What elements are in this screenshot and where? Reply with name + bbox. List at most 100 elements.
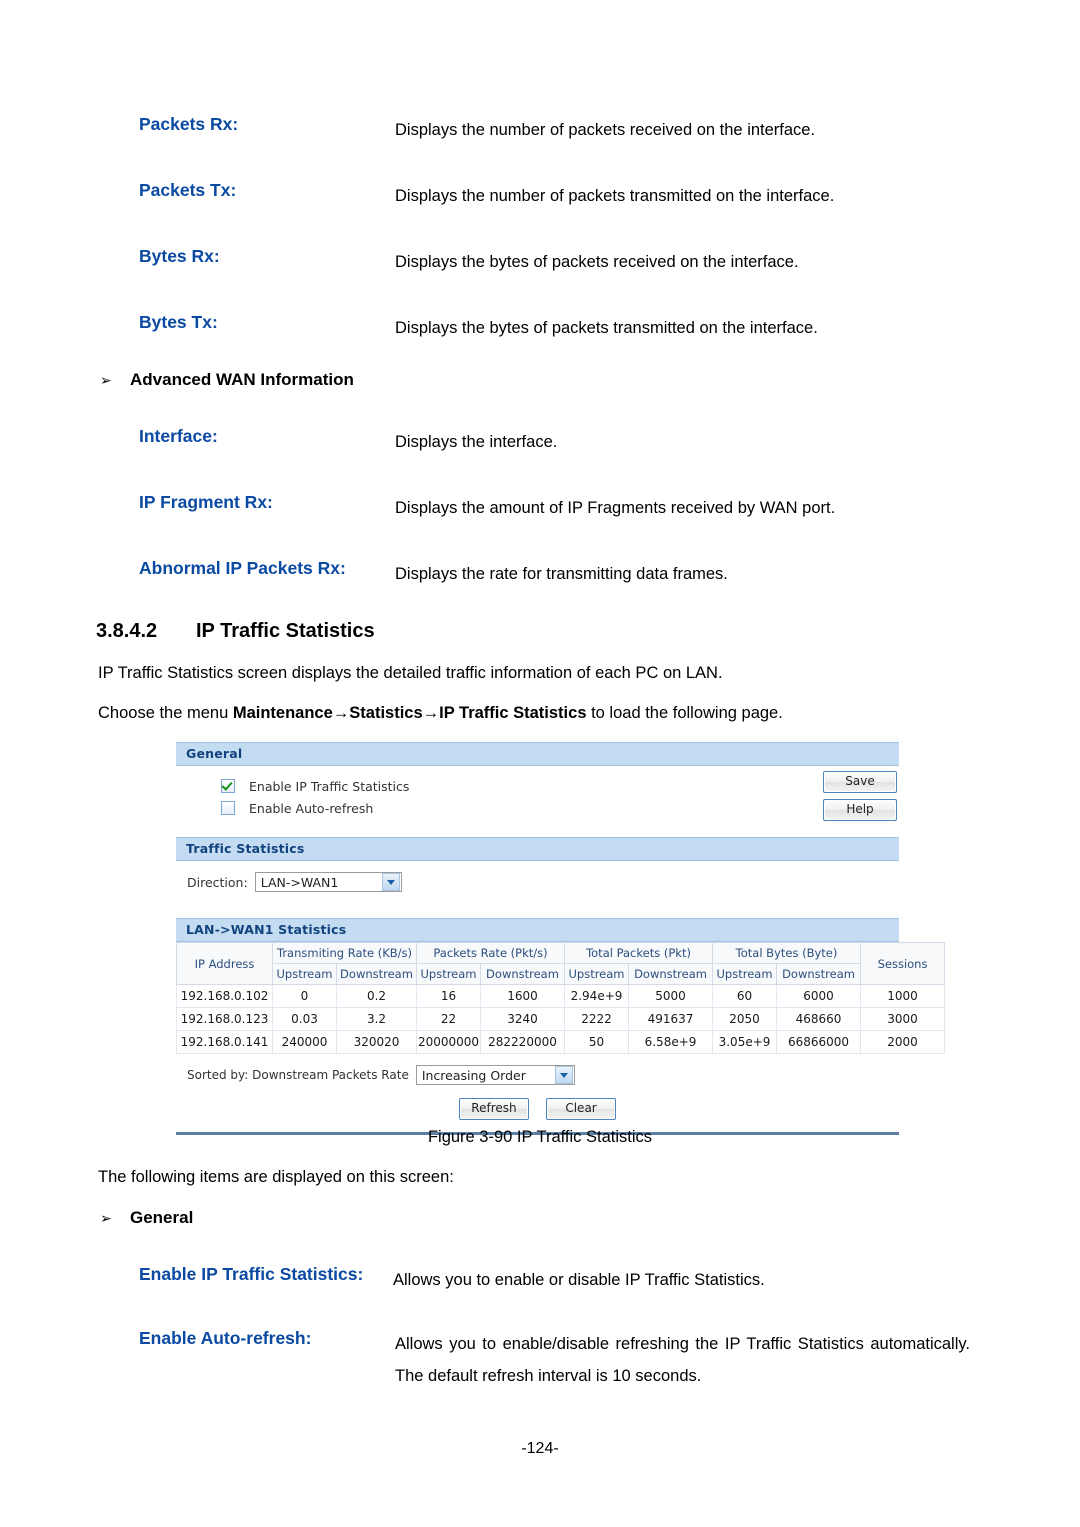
cell-pkt-rate-up: 16: [416, 984, 481, 1008]
general-section-bar: General: [176, 742, 899, 766]
cell-total-bytes-down: 6000: [776, 984, 862, 1008]
cell-sessions: 2000: [860, 1030, 946, 1054]
definition-description: Displays the rate for transmitting data …: [395, 565, 728, 583]
cell-sessions: 1000: [860, 984, 946, 1008]
section-heading: 3.8.4.2 IP Traffic Statistics: [96, 620, 375, 643]
general-button-stack: Save Help: [823, 771, 897, 827]
cell-total-bytes-down: 66866000: [776, 1030, 862, 1054]
direction-row: Direction: LAN->WAN1: [176, 861, 899, 904]
cell-ip-address: 192.168.0.123: [176, 1007, 273, 1031]
figure-caption: Figure 3-90 IP Traffic Statistics: [427, 1128, 653, 1146]
cell-tx-rate-up: 240000: [272, 1030, 337, 1054]
definition-row-bytes-tx: Bytes Tx: Displays the bytes of packets …: [139, 312, 1019, 344]
table-row: 192.168.0.123 0.03 3.2 22 3240 2222 4916…: [176, 1007, 946, 1031]
cell-total-bytes-up: 60: [712, 984, 778, 1008]
choose-menu-suffix: to load the following page.: [586, 704, 783, 722]
checkbox-row-enable-ip-traffic-statistics[interactable]: Enable IP Traffic Statistics: [221, 775, 899, 797]
definition-term: Bytes Tx:: [139, 312, 218, 332]
col-header-packets-rate: Packets Rate (Pkt/s): [416, 942, 565, 964]
document-page: Packets Rx: Displays the number of packe…: [0, 0, 1080, 1527]
sort-order-select[interactable]: Increasing Order: [415, 1065, 575, 1085]
chevron-down-icon: [381, 873, 400, 891]
cell-total-pkt-up: 2.94e+9: [564, 984, 629, 1008]
cell-ip-address: 192.168.0.141: [176, 1030, 273, 1054]
cell-pkt-rate-up: 20000000: [416, 1030, 481, 1054]
help-button[interactable]: Help: [823, 799, 897, 821]
definition-term: Interface:: [139, 426, 218, 446]
cell-total-bytes-up: 3.05e+9: [712, 1030, 778, 1054]
chevron-down-icon: [554, 1066, 573, 1084]
cell-tx-rate-down: 3.2: [336, 1007, 417, 1031]
definition-description: Displays the number of packets transmitt…: [395, 187, 835, 205]
definition-row-enable-ip-traffic-statistics: Enable IP Traffic Statistics: Allows you…: [139, 1264, 1039, 1296]
checkbox-row-enable-auto-refresh[interactable]: Enable Auto-refresh: [221, 797, 899, 819]
col-header-total-packets: Total Packets (Pkt): [563, 942, 714, 964]
arrow-bullet-icon: ➢: [100, 1210, 112, 1226]
definition-description: Displays the number of packets received …: [395, 121, 816, 139]
definition-description: Allows you to enable/disable refreshing …: [395, 1335, 970, 1386]
choose-menu-prefix: Choose the menu: [98, 704, 233, 722]
arrow-bullet-icon: ➢: [100, 372, 112, 388]
cell-tx-rate-up: 0.03: [272, 1007, 337, 1031]
cell-tx-rate-down: 0.2: [336, 984, 417, 1008]
cell-total-pkt-up: 50: [564, 1030, 629, 1054]
cell-tx-rate-down: 320020: [336, 1030, 417, 1054]
router-ui-screenshot: General Enable IP Traffic Statistics Ena…: [176, 742, 946, 1135]
choose-menu-path: Maintenance→Statistics→IP Traffic Statis…: [232, 704, 587, 722]
definition-term: Abnormal IP Packets Rx:: [139, 558, 346, 578]
table-row: 192.168.0.102 0 0.2 16 1600 2.94e+9 5000…: [176, 984, 946, 1008]
definition-row-ip-fragment-rx: IP Fragment Rx: Displays the amount of I…: [139, 492, 1019, 524]
sorted-by-label: Sorted by: Downstream Packets Rate: [187, 1068, 409, 1082]
definition-row-packets-rx: Packets Rx: Displays the number of packe…: [139, 114, 1019, 146]
ip-traffic-statistics-table: IP Address Transmiting Rate (KB/s) Packe…: [176, 942, 946, 1054]
definition-row-bytes-rx: Bytes Rx: Displays the bytes of packets …: [139, 246, 1019, 278]
cell-pkt-rate-down: 1600: [480, 984, 565, 1008]
action-button-row: Refresh Clear: [176, 1085, 899, 1130]
general-section-body: Enable IP Traffic Statistics Enable Auto…: [176, 766, 899, 837]
cell-total-pkt-down: 6.58e+9: [627, 1030, 714, 1054]
col-header-transmiting-rate: Transmiting Rate (KB/s): [272, 942, 417, 964]
save-button[interactable]: Save: [823, 771, 897, 793]
sub-header-downstream: Downstream: [776, 963, 862, 985]
following-items-paragraph: The following items are displayed on thi…: [98, 1168, 454, 1186]
definition-term: Enable IP Traffic Statistics:: [139, 1264, 364, 1284]
table-row: 192.168.0.141 240000 320020 20000000 282…: [176, 1030, 946, 1054]
definition-term: Enable Auto-refresh:: [139, 1328, 312, 1348]
enable-auto-refresh-checkbox[interactable]: [221, 801, 235, 815]
choose-menu-paragraph: Choose the menu Maintenance→Statistics→I…: [98, 704, 1018, 723]
definition-term: Bytes Rx:: [139, 246, 220, 266]
lan-wan1-statistics-bar: LAN->WAN1 Statistics: [176, 918, 899, 942]
cell-pkt-rate-down: 282220000: [480, 1030, 565, 1054]
cell-ip-address: 192.168.0.102: [176, 984, 273, 1008]
refresh-button[interactable]: Refresh: [458, 1098, 529, 1120]
definition-term: Packets Rx:: [139, 114, 239, 134]
definition-row-abnormal-ip-packets-rx: Abnormal IP Packets Rx: Displays the rat…: [139, 558, 1019, 590]
direction-select[interactable]: LAN->WAN1: [254, 872, 402, 892]
sort-order-select-value: Increasing Order: [421, 1067, 526, 1083]
table-group-header-row: IP Address Transmiting Rate (KB/s) Packe…: [176, 942, 946, 985]
sub-header-downstream: Downstream: [627, 963, 714, 985]
definition-description: Displays the bytes of packets received o…: [395, 253, 799, 271]
cell-pkt-rate-down: 3240: [480, 1007, 565, 1031]
definition-row-packets-tx: Packets Tx: Displays the number of packe…: [139, 180, 1019, 212]
sub-header-downstream: Downstream: [480, 963, 565, 985]
general-heading-row: ➢ General: [100, 1208, 193, 1228]
col-header-total-bytes: Total Bytes (Byte): [712, 942, 862, 964]
definition-row-interface: Interface: Displays the interface.: [139, 426, 1019, 458]
enable-ip-traffic-statistics-checkbox[interactable]: [221, 779, 235, 793]
col-header-sessions: Sessions: [860, 942, 946, 985]
definition-term: IP Fragment Rx:: [139, 492, 273, 512]
sub-header-upstream: Upstream: [712, 963, 778, 985]
cell-total-pkt-down: 5000: [627, 984, 714, 1008]
advanced-wan-heading: Advanced WAN Information: [130, 370, 354, 389]
section-number: 3.8.4.2: [96, 620, 158, 642]
clear-button[interactable]: Clear: [546, 1098, 617, 1120]
definition-description: Displays the interface.: [395, 433, 558, 451]
cell-sessions: 3000: [860, 1007, 946, 1031]
col-header-ip-address: IP Address: [176, 942, 273, 985]
definition-row-enable-auto-refresh: Enable Auto-refresh: Allows you to enabl…: [139, 1328, 1029, 1392]
enable-ip-traffic-statistics-label: Enable IP Traffic Statistics: [249, 778, 410, 794]
enable-auto-refresh-label: Enable Auto-refresh: [249, 800, 374, 816]
table-sub-header-row: Upstream Downstream Upstream Downstream …: [177, 963, 945, 985]
